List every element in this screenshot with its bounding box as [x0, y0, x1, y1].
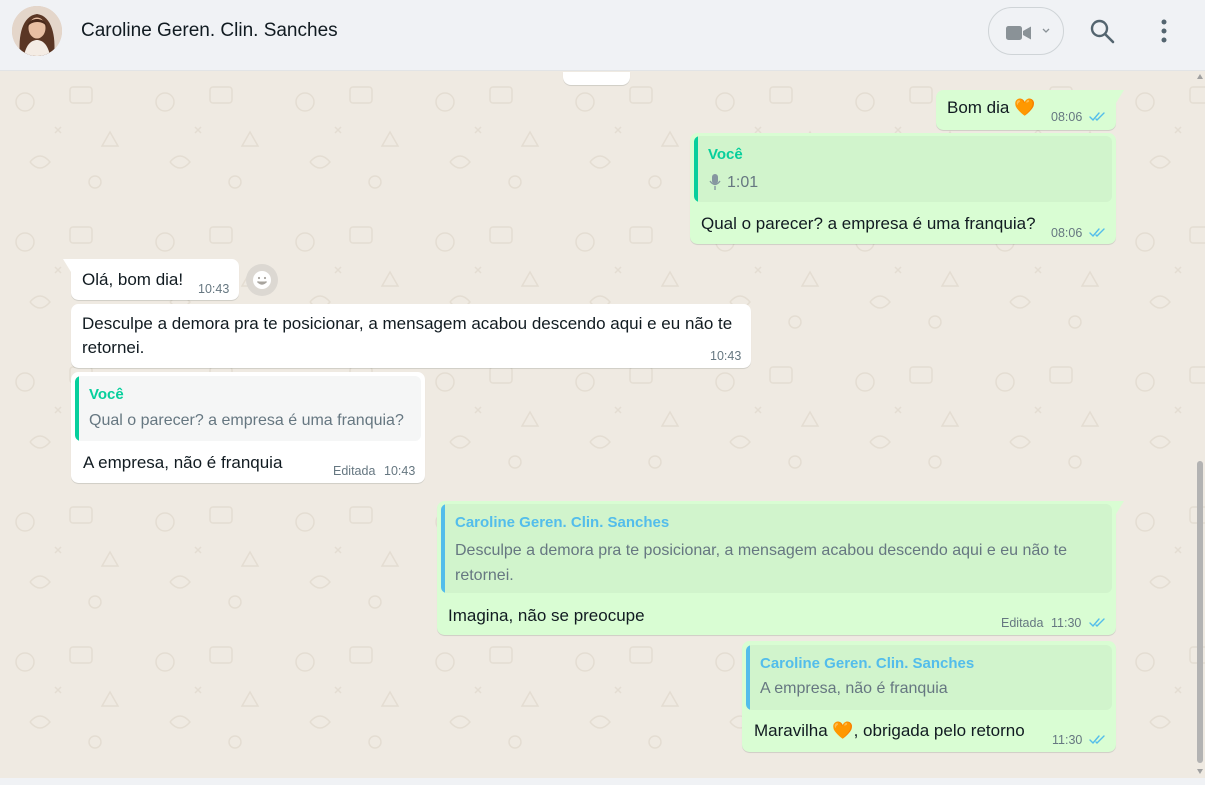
quoted-message[interactable]: Caroline Geren. Clin. Sanches Desculpe a…: [441, 504, 1112, 593]
message-text: Olá, bom dia!: [82, 270, 184, 289]
message-text: Imagina, não se preocupe: [448, 606, 645, 625]
more-vertical-icon[interactable]: [1153, 18, 1175, 44]
quote-author: Você: [708, 146, 743, 163]
quote-author: Caroline Geren. Clin. Sanches: [760, 655, 975, 672]
composer-edge: [0, 778, 1205, 785]
quote-text: A empresa, não é franquia: [760, 680, 948, 697]
contact-name[interactable]: Caroline Geren. Clin. Sanches: [81, 20, 338, 42]
emoji-icon: [253, 271, 271, 289]
message-text: Bom dia 🧡: [947, 98, 1036, 117]
video-camera-icon: [1006, 26, 1031, 40]
quote-author: Caroline Geren. Clin. Sanches: [455, 514, 670, 531]
message-time: 11:30: [1052, 733, 1083, 747]
scroll-down-arrow[interactable]: [1197, 769, 1203, 774]
quoted-message[interactable]: Você 1:01: [694, 136, 1112, 202]
chat-header: Caroline Geren. Clin. Sanches: [0, 0, 1205, 71]
video-call-button[interactable]: [988, 7, 1064, 55]
date-divider: [563, 72, 630, 85]
search-icon[interactable]: [1089, 18, 1115, 44]
message-text: Desculpe a demora pra te posicionar, a m…: [82, 314, 733, 357]
message-text: Qual o parecer? a empresa é uma franquia…: [701, 214, 1036, 233]
contact-avatar[interactable]: [12, 6, 62, 56]
message-bubble-outgoing[interactable]: Caroline Geren. Clin. Sanches A empresa,…: [742, 641, 1116, 752]
read-receipt-icon: [1089, 228, 1105, 238]
react-button[interactable]: [246, 264, 278, 296]
message-time: 10:43: [710, 349, 742, 363]
quoted-message[interactable]: Caroline Geren. Clin. Sanches A empresa,…: [746, 645, 1112, 710]
message-bubble-incoming[interactable]: Desculpe a demora pra te posicionar, a m…: [71, 304, 751, 368]
message-text: A empresa, não é franquia: [83, 453, 283, 472]
microphone-icon: [709, 174, 721, 190]
message-time: 08:06: [1051, 110, 1083, 124]
message-time: 10:43: [198, 282, 230, 296]
scroll-thumb[interactable]: [1197, 461, 1203, 763]
quote-author: Você: [89, 386, 124, 403]
scroll-up-arrow[interactable]: [1197, 74, 1203, 79]
chat-scrollbar[interactable]: [1195, 72, 1205, 778]
message-bubble-outgoing[interactable]: Bom dia 🧡 08:06: [936, 90, 1124, 130]
quote-text: Qual o parecer? a empresa é uma franquia…: [89, 412, 404, 429]
message-bubble-incoming[interactable]: Olá, bom dia! 10:43: [63, 259, 239, 300]
read-receipt-icon: [1089, 618, 1105, 628]
message-bubble-outgoing[interactable]: Caroline Geren. Clin. Sanches Desculpe a…: [437, 501, 1124, 635]
message-bubble-incoming[interactable]: Você Qual o parecer? a empresa é uma fra…: [71, 372, 425, 483]
message-time: 11:30: [1051, 616, 1082, 630]
voice-note-duration: 1:01: [727, 174, 759, 191]
read-receipt-icon: [1089, 735, 1105, 745]
message-bubble-outgoing[interactable]: Você 1:01 Qual o parecer? a empresa é um…: [690, 133, 1116, 244]
message-time: 10:43: [384, 464, 416, 478]
message-text: Maravilha 🧡, obrigada pelo retorno: [754, 721, 1025, 740]
chevron-down-icon: [1042, 28, 1050, 33]
quoted-message[interactable]: Você Qual o parecer? a empresa é uma fra…: [75, 376, 421, 441]
message-time: 08:06: [1051, 226, 1083, 240]
read-receipt-icon: [1089, 112, 1105, 122]
edited-label: Editada: [1001, 616, 1044, 630]
edited-label: Editada: [333, 464, 376, 478]
message-list[interactable]: Bom dia 🧡 08:06 Você 1:01 Qual o parecer…: [0, 72, 1205, 778]
quote-text: Desculpe a demora pra te posicionar, a m…: [455, 542, 1067, 584]
